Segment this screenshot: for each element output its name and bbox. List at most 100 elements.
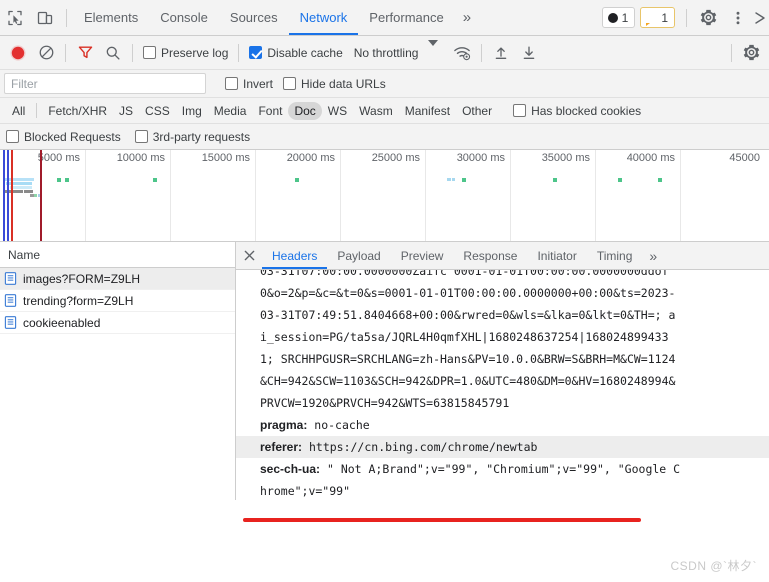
devtools-window: Elements Console Sources Network Perform…: [0, 0, 769, 582]
type-filter-label: All: [12, 103, 26, 118]
type-filter-ws[interactable]: WS: [322, 102, 353, 120]
toolbar-divider-3: [238, 43, 240, 62]
preserve-log-checkbox[interactable]: Preserve log: [138, 46, 233, 60]
tab-label: Network: [299, 10, 348, 25]
has-blocked-cookies-box[interactable]: [513, 104, 527, 117]
inspect-element-icon[interactable]: [0, 0, 30, 35]
third-party-requests-box[interactable]: [134, 130, 148, 143]
filter-input[interactable]: Filter: [4, 73, 206, 94]
close-devtools-icon[interactable]: [753, 11, 767, 25]
type-filter-fetchxhr[interactable]: Fetch/XHR: [42, 102, 113, 120]
third-party-requests-checkbox[interactable]: 3rd-party requests: [134, 129, 251, 144]
device-toolbar-icon[interactable]: [30, 0, 60, 35]
more-panels-chevron-icon[interactable]: »: [455, 0, 479, 35]
tab-sources[interactable]: Sources: [219, 0, 289, 35]
import-har-icon[interactable]: [487, 40, 515, 66]
disable-cache-checkbox[interactable]: Disable cache: [244, 46, 347, 60]
tab-headers[interactable]: Headers: [262, 242, 328, 269]
wifi-settings-icon[interactable]: [448, 40, 476, 66]
type-filter-all[interactable]: All: [6, 102, 31, 120]
tab-network[interactable]: Network: [288, 0, 359, 35]
overview-tick-label: 5000 ms: [37, 152, 80, 164]
header-continuation-line: PRVCW=1920&PRVCH=942&WTS=63815845791: [236, 392, 769, 414]
tab-performance[interactable]: Performance: [358, 0, 454, 35]
error-circle-icon: [607, 12, 618, 23]
table-row[interactable]: cookieenabled: [0, 312, 235, 334]
has-blocked-cookies-checkbox[interactable]: Has blocked cookies: [508, 104, 646, 118]
network-toolbar: Preserve log Disable cache No throttling: [0, 36, 769, 70]
hide-data-urls-label: Hide data URLs: [301, 76, 386, 91]
network-overview-timeline[interactable]: 5000 ms 10000 ms 15000 ms 20000 ms 25000…: [0, 150, 769, 242]
tab-payload[interactable]: Payload: [327, 242, 390, 269]
third-party-requests-label: 3rd-party requests: [152, 129, 251, 144]
type-filter-css[interactable]: CSS: [139, 102, 176, 120]
type-filter-other[interactable]: Other: [456, 102, 498, 120]
table-row[interactable]: images?FORM=Z9LH: [0, 268, 235, 290]
overview-tick-label: 10000 ms: [116, 152, 165, 164]
type-filter-media[interactable]: Media: [208, 102, 253, 120]
chevron-label: »: [649, 247, 658, 264]
tab-elements[interactable]: Elements: [73, 0, 149, 35]
type-filter-js[interactable]: JS: [113, 102, 139, 120]
throttling-value: No throttling: [353, 45, 419, 60]
kebab-menu-icon[interactable]: [723, 10, 753, 26]
headers-content[interactable]: 03-31T07:00:00.0000000Zaifc 0001-01-01T0…: [236, 270, 769, 500]
overview-tick-label: 30000 ms: [456, 152, 505, 164]
warning-count-badge[interactable]: 1: [640, 7, 675, 28]
tab-preview[interactable]: Preview: [391, 242, 454, 269]
record-button[interactable]: [4, 40, 32, 66]
header-text: 03-31T07:49:51.8404668+00:00&rwred=0&wls…: [260, 308, 676, 322]
disable-cache-box[interactable]: [249, 46, 263, 59]
toolbar-divider: [66, 8, 67, 27]
tab-initiator[interactable]: Initiator: [527, 242, 586, 269]
blocked-requests-checkbox[interactable]: Blocked Requests: [6, 130, 121, 144]
type-filter-label: Doc: [294, 103, 316, 118]
type-filter-label: CSS: [145, 103, 170, 118]
header-row-referer: referer: https://cn.bing.com/chrome/newt…: [236, 436, 769, 458]
tab-console[interactable]: Console: [149, 0, 219, 35]
preserve-log-box[interactable]: [143, 46, 156, 59]
tab-label: Initiator: [537, 248, 577, 263]
tab-timing[interactable]: Timing: [587, 242, 643, 269]
more-detail-tabs-chevron-icon[interactable]: »: [642, 242, 664, 269]
requests-column-header[interactable]: Name: [0, 242, 235, 268]
hide-data-urls-checkbox[interactable]: Hide data URLs: [278, 77, 391, 91]
type-filter-font[interactable]: Font: [252, 102, 288, 120]
table-row[interactable]: trending?form=Z9LH: [0, 290, 235, 312]
throttling-caret-icon[interactable]: [424, 39, 448, 60]
blocked-requests-box[interactable]: [6, 130, 19, 143]
header-name: referer:: [260, 440, 303, 454]
overview-tick-label: 25000 ms: [371, 152, 420, 164]
filter-placeholder: Filter: [11, 76, 38, 91]
search-icon[interactable]: [99, 40, 127, 66]
requests-panel: Name images?FORM=Z9LH trending?form=Z9LH…: [0, 242, 236, 500]
error-count-badge[interactable]: 1: [601, 7, 636, 28]
warning-tail: [646, 23, 651, 26]
close-panel-icon[interactable]: [236, 242, 262, 269]
tab-response[interactable]: Response: [453, 242, 527, 269]
type-filter-label: Media: [213, 103, 247, 118]
toolbar-divider: [65, 43, 66, 62]
type-filter-label: WS: [327, 103, 348, 118]
type-filter-wasm[interactable]: Wasm: [353, 102, 399, 120]
overview-tick-label: 35000 ms: [541, 152, 590, 164]
export-har-icon[interactable]: [515, 40, 543, 66]
toolbar-divider-2: [686, 8, 687, 27]
header-text: 1; SRCHHPGUSR=SRCHLANG=zh-Hans&PV=10.0.0…: [260, 352, 676, 366]
throttling-select[interactable]: No throttling: [348, 46, 425, 60]
hide-data-urls-box[interactable]: [283, 77, 297, 90]
load-marker: [11, 150, 13, 241]
invert-checkbox[interactable]: Invert: [220, 77, 278, 91]
dcl-marker-2: [7, 150, 9, 241]
type-filter-manifest[interactable]: Manifest: [399, 102, 456, 120]
filter-funnel-icon[interactable]: [71, 40, 99, 66]
type-filter-img[interactable]: Img: [176, 102, 208, 120]
gear-icon[interactable]: [693, 9, 723, 26]
request-name: cookieenabled: [23, 315, 101, 330]
invert-box[interactable]: [225, 77, 238, 90]
network-settings-gear-icon[interactable]: [737, 40, 765, 66]
tab-label: Headers: [272, 248, 318, 263]
clear-button[interactable]: [32, 40, 60, 66]
overview-gridlines: 5000 ms 10000 ms 15000 ms 20000 ms 25000…: [0, 150, 769, 241]
type-filter-doc[interactable]: Doc: [288, 101, 322, 120]
